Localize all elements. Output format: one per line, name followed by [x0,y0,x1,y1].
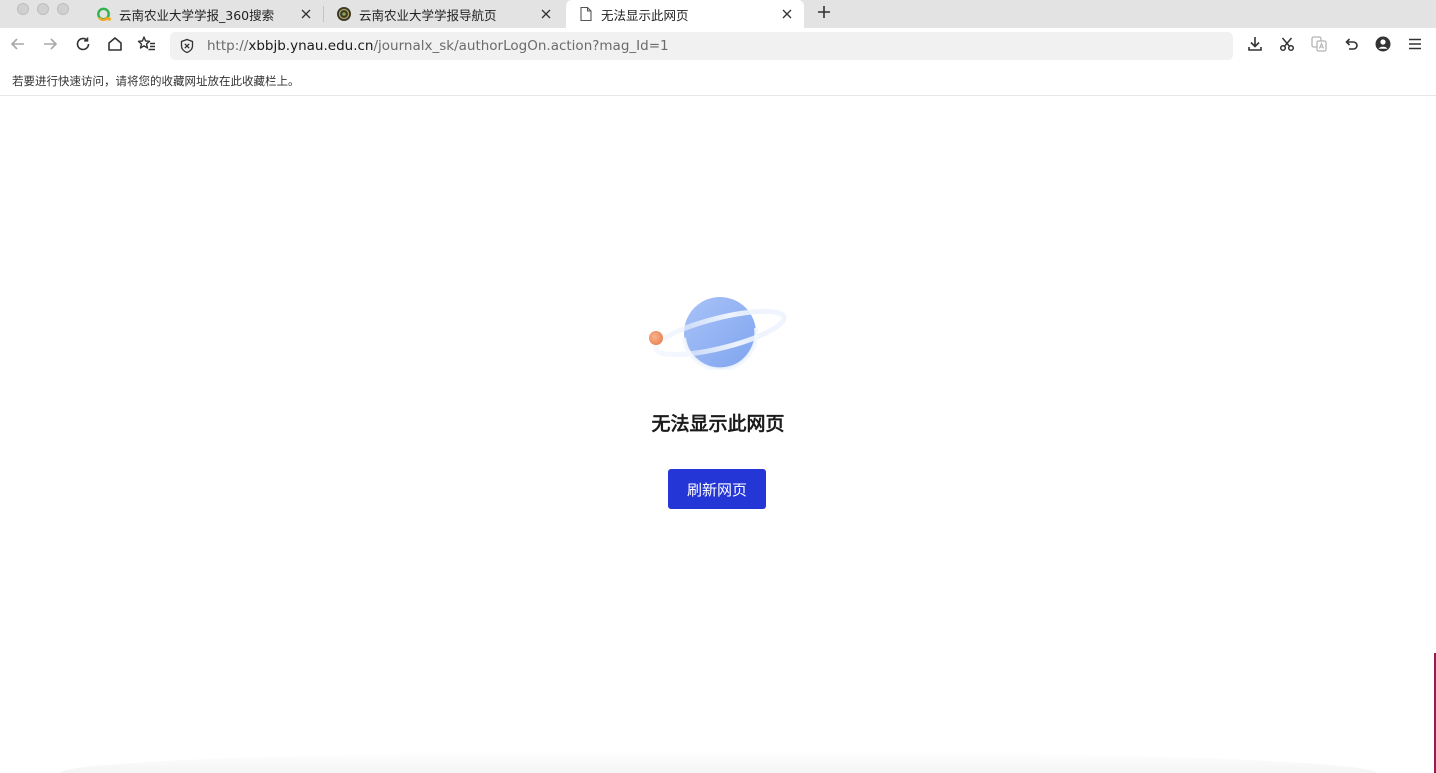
downloads-button[interactable] [1245,36,1265,56]
download-icon [1246,35,1264,57]
360-search-icon [96,6,112,22]
reload-icon [74,35,92,57]
arrow-right-icon [41,35,59,57]
hamburger-menu-icon [1407,36,1423,56]
url-text[interactable]: http://xbbjb.ynau.edu.cn/journalx_sk/aut… [207,38,669,54]
new-tab-button[interactable] [813,2,835,24]
toolbar: http://xbbjb.ynau.edu.cn/journalx_sk/aut… [0,28,1436,64]
undo-close-button[interactable] [1341,36,1361,56]
undo-icon [1342,35,1360,57]
reload-button[interactable] [73,36,93,56]
page-icon [578,6,594,22]
home-icon [106,35,124,57]
translate-icon [1310,35,1328,57]
tab-title: 无法显示此网页 [601,7,689,23]
window-minimize-button[interactable] [37,3,49,15]
window-zoom-button[interactable] [57,3,69,15]
close-tab-icon[interactable] [779,6,795,22]
address-bar[interactable]: http://xbbjb.ynau.edu.cn/journalx_sk/aut… [170,32,1233,60]
back-button[interactable] [8,36,28,56]
page-bottom-shadow [60,751,1376,773]
error-title: 无法显示此网页 [651,413,785,435]
translate-button[interactable] [1309,36,1329,56]
site-logo-icon [336,6,352,22]
bookmarks-bar: 若要进行快速访问，请将您的收藏网址放在此收藏栏上。 [0,64,1436,96]
shield-icon[interactable] [178,37,196,55]
scissors-icon [1278,35,1296,57]
close-tab-icon[interactable] [298,6,314,22]
favorites-button[interactable] [137,36,157,56]
screenshot-button[interactable] [1277,36,1297,56]
refresh-button[interactable]: 刷新网页 [668,469,766,509]
window-close-button[interactable] [17,3,29,15]
menu-button[interactable] [1405,36,1425,56]
close-tab-icon[interactable] [538,6,554,22]
forward-button[interactable] [40,36,60,56]
plus-icon [817,4,831,23]
error-page: 无法显示此网页 刷新网页 [0,97,1436,773]
tab-title: 云南农业大学学报_360搜索 [119,7,275,23]
home-button[interactable] [105,36,125,56]
planet-icon [640,290,790,372]
arrow-left-icon [9,35,27,57]
url-host: xbbjb.ynau.edu.cn [248,38,374,54]
user-avatar-icon [1374,35,1392,57]
tab-title: 云南农业大学学报导航页 [359,7,497,23]
tab-error-page[interactable]: 无法显示此网页 [566,0,804,28]
tab-navigation-page[interactable]: 云南农业大学学报导航页 [324,0,564,28]
tab-strip: 云南农业大学学报_360搜索 云南农业大学学报导航页 无法显示此网页 [0,0,1436,28]
url-scheme: http:// [207,38,249,54]
tab-360-search[interactable]: 云南农业大学学报_360搜索 [88,0,324,28]
bookmarks-hint: 若要进行快速访问，请将您的收藏网址放在此收藏栏上。 [12,74,300,88]
account-button[interactable] [1373,36,1393,56]
star-list-icon [137,35,157,57]
url-path: /journalx_sk/authorLogOn.action?mag_Id=1 [373,38,669,54]
